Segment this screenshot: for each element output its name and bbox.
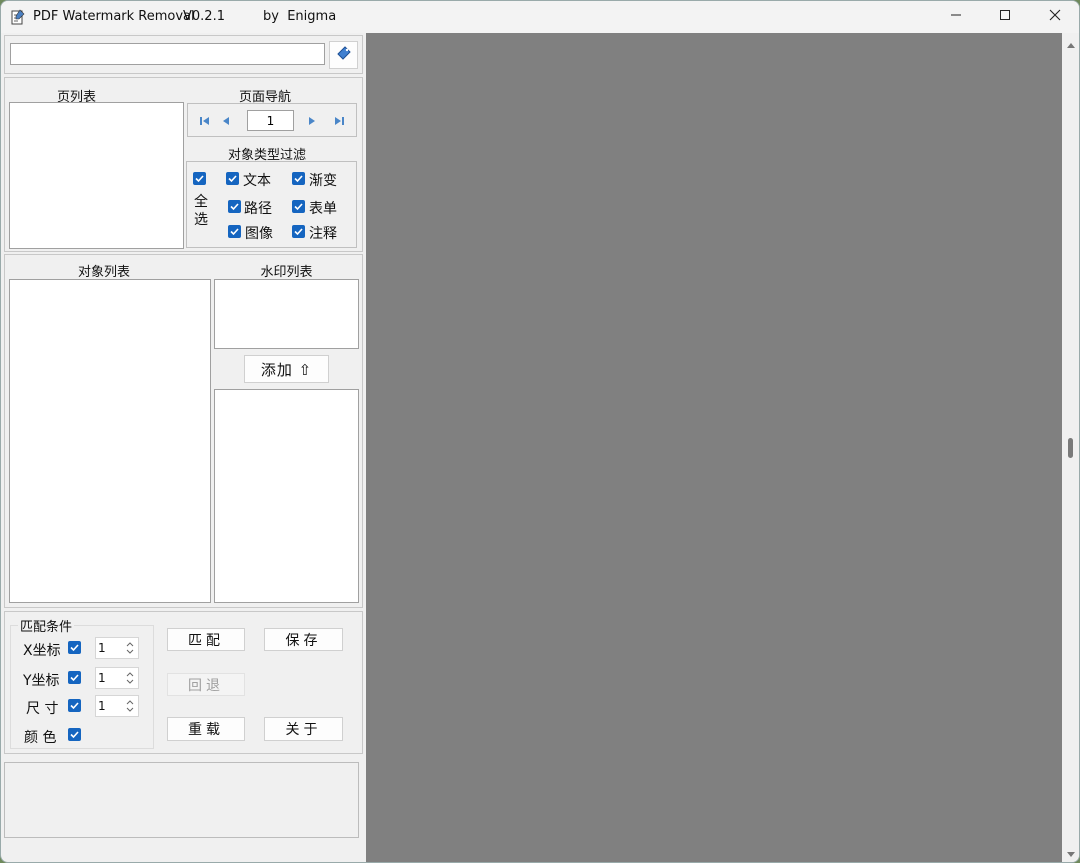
last-page-button[interactable] (333, 115, 345, 127)
spinner-arrows-icon[interactable] (123, 669, 137, 687)
scroll-down-icon[interactable] (1066, 848, 1076, 862)
filter-gradient-label: 渐变 (309, 173, 337, 189)
prev-page-icon (220, 116, 232, 131)
spinner-arrows-icon[interactable] (123, 639, 137, 657)
y-coordinate-checkbox[interactable] (68, 671, 81, 684)
x-tolerance-value: 1 (98, 641, 106, 655)
size-checkbox[interactable] (68, 699, 81, 712)
page-number-input[interactable] (247, 110, 294, 131)
filter-text-label: 文本 (243, 173, 271, 189)
minimize-button[interactable] (933, 1, 979, 33)
spinner-arrows-icon[interactable] (123, 697, 137, 715)
color-checkbox[interactable] (68, 728, 81, 741)
save-button[interactable]: 保存 (264, 628, 343, 651)
vertical-scrollbar[interactable] (1062, 33, 1079, 862)
app-name: PDF Watermark Removal (33, 9, 195, 24)
match-button[interactable]: 匹配 (167, 628, 245, 651)
filter-annotation-label: 注释 (309, 226, 337, 242)
file-path-input[interactable] (10, 43, 325, 65)
reload-button[interactable]: 重载 (167, 717, 245, 741)
app-version: V0.2.1 (183, 9, 225, 24)
y-tolerance-value: 1 (98, 671, 106, 685)
last-page-icon (333, 116, 345, 131)
next-page-button[interactable] (306, 115, 318, 127)
size-tolerance-spinner[interactable]: 1 (95, 695, 139, 717)
maximize-icon (999, 9, 1011, 25)
select-all-label-1: 全 (194, 194, 208, 210)
filter-form-label: 表单 (309, 201, 337, 217)
object-list[interactable] (9, 279, 211, 603)
app-icon (11, 9, 25, 25)
filter-path-checkbox[interactable] (228, 200, 241, 213)
watermark-object-list[interactable] (214, 389, 359, 603)
filter-form-checkbox[interactable] (292, 200, 305, 213)
y-coordinate-label: Y坐标 (23, 673, 60, 689)
scrollbar-thumb[interactable] (1068, 438, 1073, 458)
status-log (4, 762, 359, 838)
next-page-icon (306, 116, 318, 131)
filter-image-label: 图像 (245, 226, 273, 242)
first-page-button[interactable] (199, 115, 211, 127)
add-watermark-button[interactable]: 添加 ⇧ (244, 355, 329, 383)
size-label: 尺 寸 (26, 701, 59, 717)
filter-image-checkbox[interactable] (228, 225, 241, 238)
close-button[interactable] (1032, 1, 1078, 33)
select-all-label-2: 选 (194, 212, 208, 228)
scroll-up-icon[interactable] (1066, 38, 1076, 53)
watermark-list[interactable] (214, 279, 359, 349)
undo-button[interactable]: 回退 (167, 673, 245, 696)
pdf-preview[interactable] (366, 33, 1062, 862)
color-label: 颜 色 (24, 730, 57, 746)
watermark-list-label: 水印列表 (260, 265, 313, 280)
page-list[interactable] (9, 102, 184, 249)
app-window: PDF Watermark Removal V0.2.1 by Enigma 页… (0, 0, 1080, 863)
title-bar: PDF Watermark Removal V0.2.1 by Enigma (1, 1, 1079, 33)
prev-page-button[interactable] (220, 115, 232, 127)
match-conditions-label: 匹配条件 (18, 616, 75, 635)
open-file-icon (336, 45, 352, 65)
y-tolerance-spinner[interactable]: 1 (95, 667, 139, 689)
app-author: by Enigma (263, 9, 337, 24)
filter-gradient-checkbox[interactable] (292, 172, 305, 185)
object-list-label: 对象列表 (77, 265, 130, 280)
filter-path-label: 路径 (244, 201, 272, 217)
x-coordinate-checkbox[interactable] (68, 641, 81, 654)
minimize-icon (950, 9, 962, 25)
close-icon (1049, 9, 1061, 25)
open-file-button[interactable] (329, 41, 358, 69)
filter-annotation-checkbox[interactable] (292, 225, 305, 238)
select-all-checkbox[interactable] (193, 172, 206, 185)
filter-text-checkbox[interactable] (226, 172, 239, 185)
first-page-icon (199, 116, 211, 131)
size-tolerance-value: 1 (98, 699, 106, 713)
about-button[interactable]: 关于 (264, 717, 343, 741)
maximize-button[interactable] (982, 1, 1028, 33)
x-tolerance-spinner[interactable]: 1 (95, 637, 139, 659)
x-coordinate-label: X坐标 (23, 643, 61, 659)
